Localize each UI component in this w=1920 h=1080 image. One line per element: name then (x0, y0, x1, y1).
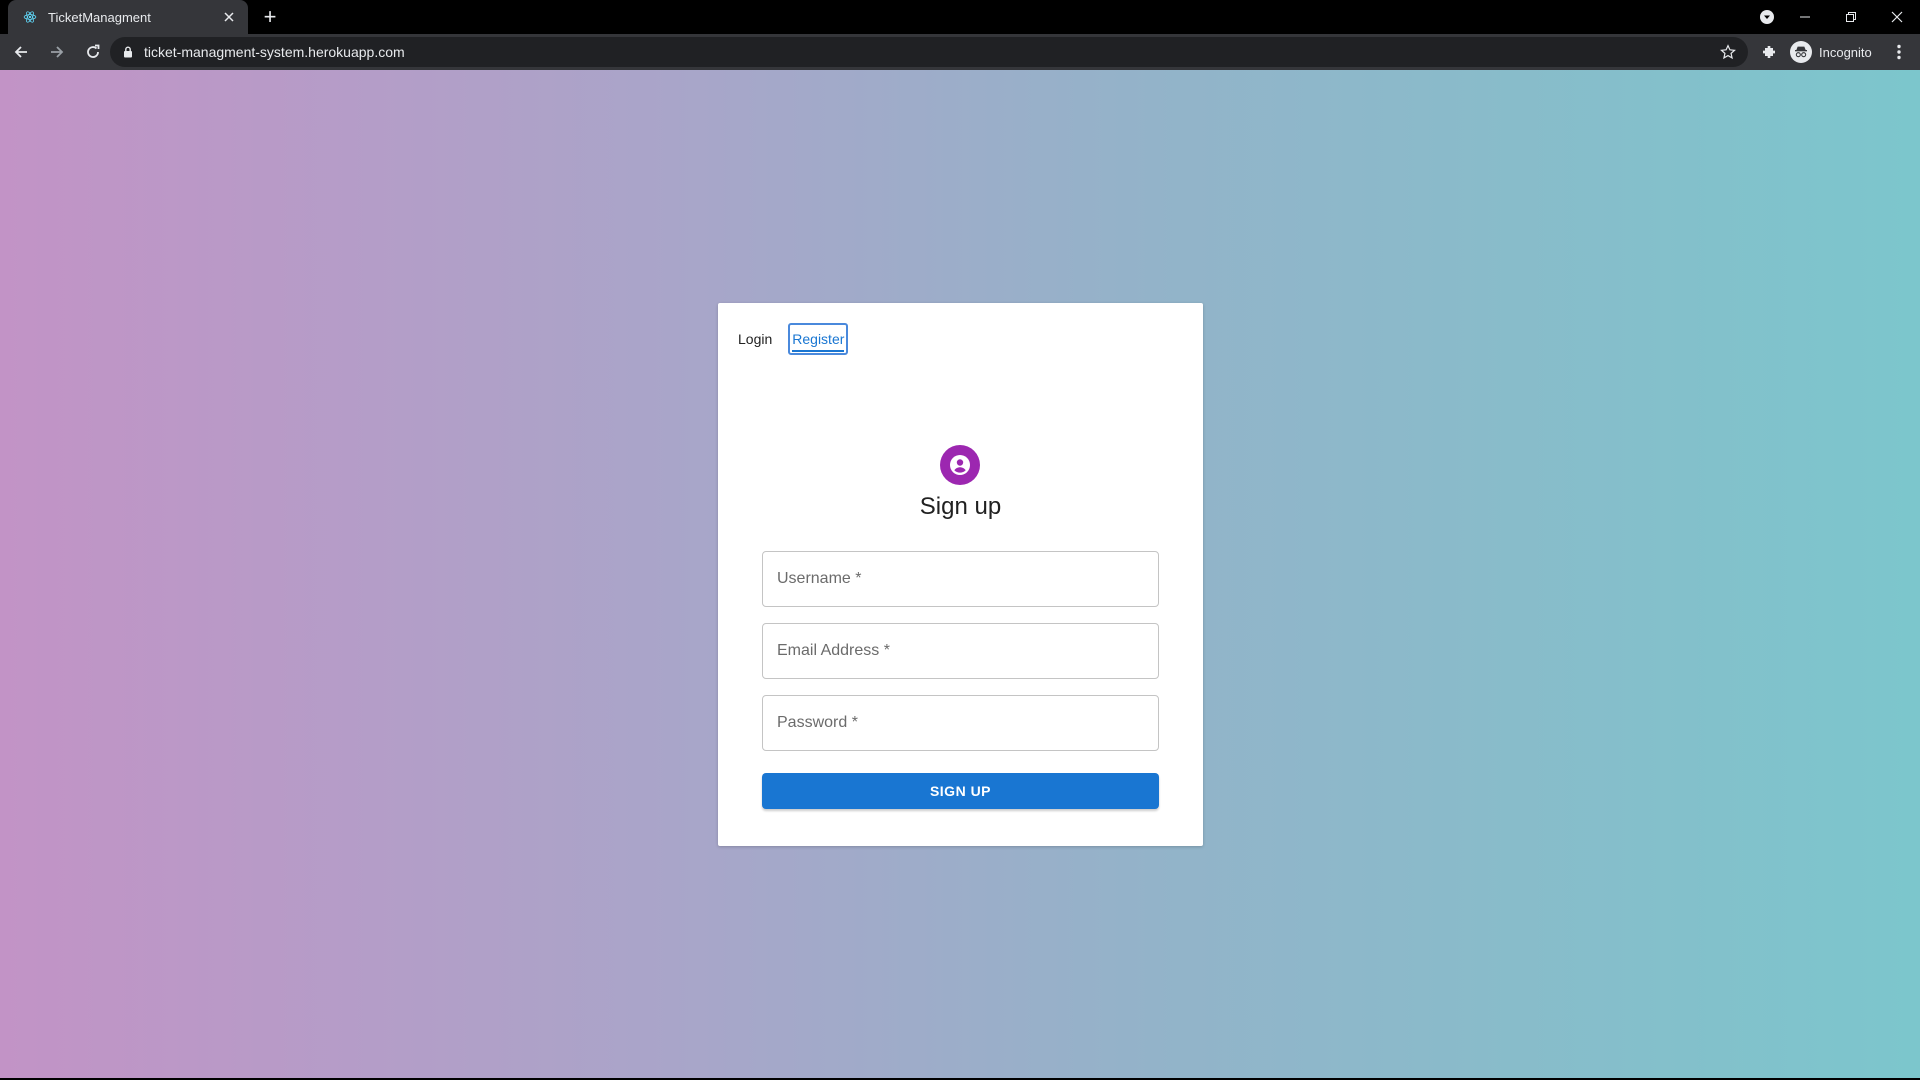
url-text[interactable]: ticket-managment-system.herokuapp.com (144, 44, 1714, 60)
address-bar[interactable]: ticket-managment-system.herokuapp.com (110, 37, 1748, 67)
page-title: Sign up (919, 493, 1002, 520)
reload-icon[interactable] (78, 37, 108, 67)
new-tab-button[interactable]: + (258, 5, 282, 29)
close-window-icon[interactable] (1874, 0, 1920, 34)
incognito-icon (1790, 41, 1812, 63)
auth-tabs: Login Register (736, 323, 862, 355)
tab-title: TicketManagment (48, 9, 151, 25)
browser-tabbar: TicketManagment + (0, 0, 1920, 34)
window-controls (1782, 0, 1920, 34)
media-icon[interactable] (1756, 6, 1778, 28)
restore-icon[interactable] (1828, 0, 1874, 34)
incognito-profile-button[interactable]: Incognito (1786, 38, 1880, 66)
page-background: Login Register Sign up SIGN UP (0, 70, 1920, 1078)
email-field (762, 623, 1159, 679)
forward-icon[interactable] (42, 37, 72, 67)
person-icon (940, 445, 980, 485)
menu-icon[interactable] (1886, 39, 1912, 65)
password-input[interactable] (777, 714, 1144, 732)
auth-card: Login Register Sign up SIGN UP (718, 303, 1203, 846)
tab-register[interactable]: Register (788, 323, 849, 355)
password-field (762, 695, 1159, 751)
tab-login[interactable]: Login (736, 323, 774, 355)
username-input[interactable] (777, 570, 1144, 588)
sign-up-button[interactable]: SIGN UP (762, 773, 1159, 809)
react-icon (22, 9, 38, 25)
username-field (762, 551, 1159, 607)
back-icon[interactable] (6, 37, 36, 67)
puzzle-icon[interactable] (1756, 39, 1782, 65)
star-icon[interactable] (1714, 38, 1742, 66)
minimize-icon[interactable] (1782, 0, 1828, 34)
email-input[interactable] (777, 642, 1144, 660)
browser-toolbar: ticket-managment-system.herokuapp.com In… (0, 34, 1920, 70)
close-icon[interactable] (220, 8, 238, 26)
browser-tab[interactable]: TicketManagment (8, 0, 248, 34)
lock-icon[interactable] (120, 44, 136, 60)
incognito-label: Incognito (1819, 44, 1872, 60)
